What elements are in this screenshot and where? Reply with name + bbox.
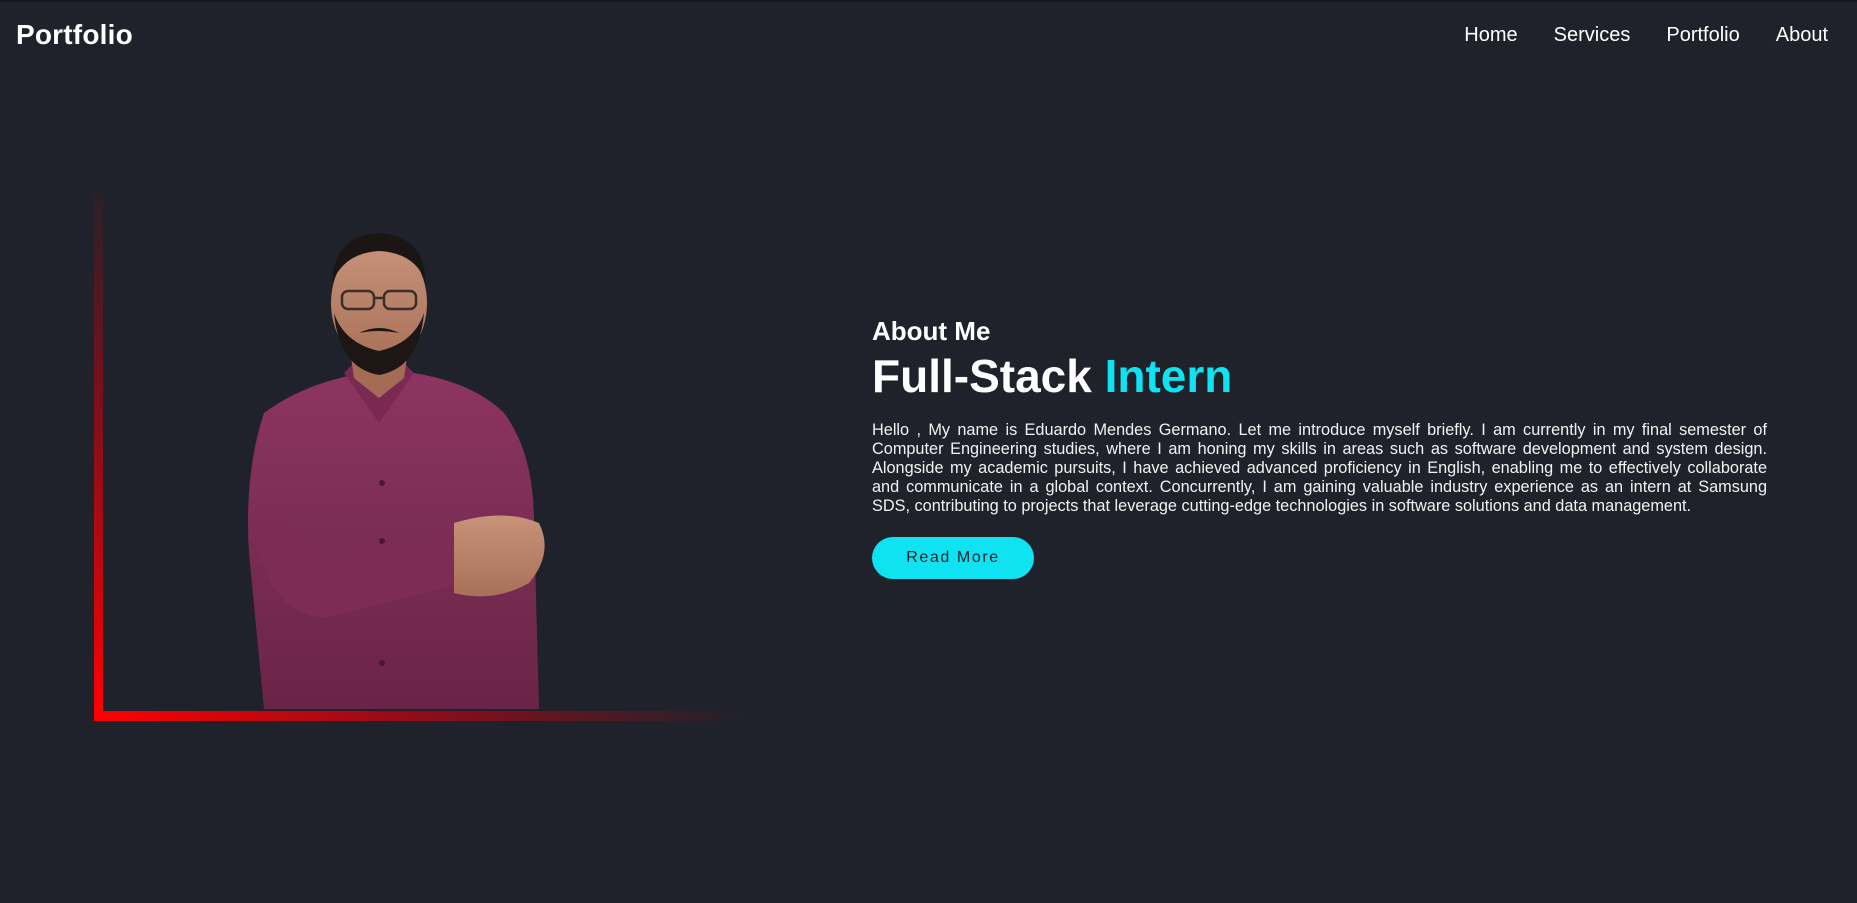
headline-main: Full-Stack — [872, 350, 1092, 402]
site-logo[interactable]: Portfolio — [16, 19, 133, 51]
nav-portfolio[interactable]: Portfolio — [1666, 24, 1739, 47]
profile-portrait — [248, 233, 545, 709]
read-more-button[interactable]: Read More — [872, 537, 1034, 579]
about-bio: Hello , My name is Eduardo Mendes German… — [872, 421, 1767, 515]
frame-horizontal-bar — [94, 711, 744, 721]
headline-accent: Intern — [1104, 350, 1233, 402]
nav-services[interactable]: Services — [1554, 24, 1631, 47]
nav-about[interactable]: About — [1776, 24, 1828, 47]
main-nav: Home Services Portfolio About — [1464, 24, 1828, 47]
about-eyebrow: About Me — [872, 316, 991, 346]
frame-vertical-bar — [94, 193, 103, 721]
nav-home[interactable]: Home — [1464, 24, 1517, 47]
about-section: About Me Full-Stack Intern Hello , My na… — [872, 316, 1767, 579]
site-header: Portfolio Home Services Portfolio About — [0, 0, 1857, 72]
about-headline: Full-Stack Intern — [872, 349, 1767, 403]
profile-image-section — [94, 193, 744, 721]
